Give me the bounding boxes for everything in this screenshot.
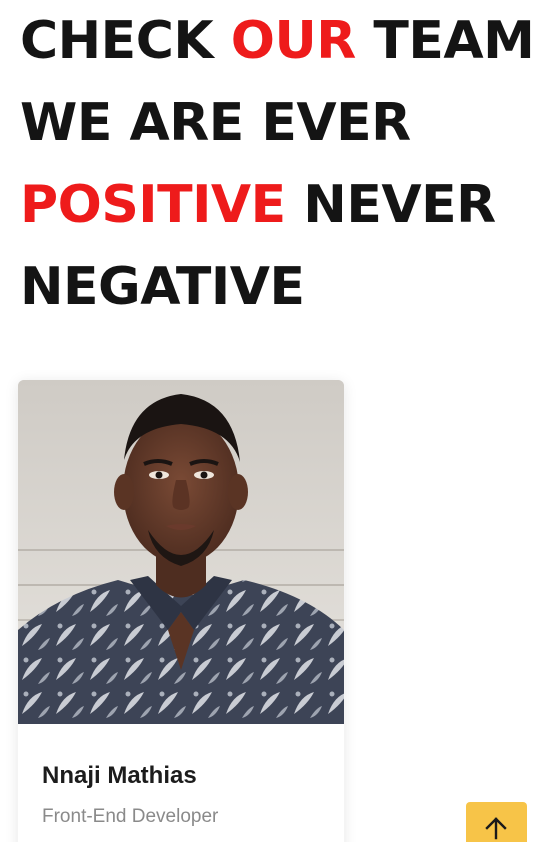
headline-text: CHECK — [20, 11, 231, 71]
arrow-up-icon — [484, 816, 508, 842]
headline-line-3: POSITIVE NEVER — [20, 164, 540, 246]
headline-text: TEAM — [355, 11, 535, 71]
section-headline: CHECK OUR TEAM WE ARE EVER POSITIVE NEVE… — [20, 0, 540, 328]
headline-text: NEVER — [285, 175, 496, 235]
team-member-card[interactable]: Nnaji Mathias Front-End Developer — [18, 380, 344, 842]
headline-line-1: CHECK OUR TEAM — [20, 0, 540, 82]
team-member-role: Front-End Developer — [42, 806, 219, 827]
headline-accent-text: POSITIVE — [20, 175, 286, 235]
team-member-name: Nnaji Mathias — [42, 762, 197, 789]
headline-line-2: WE ARE EVER — [20, 93, 411, 153]
headline-line-4: NEGATIVE — [20, 257, 305, 317]
back-to-top-button[interactable] — [466, 802, 527, 842]
team-member-photo — [18, 380, 344, 724]
headline-accent-text: OUR — [230, 11, 356, 71]
